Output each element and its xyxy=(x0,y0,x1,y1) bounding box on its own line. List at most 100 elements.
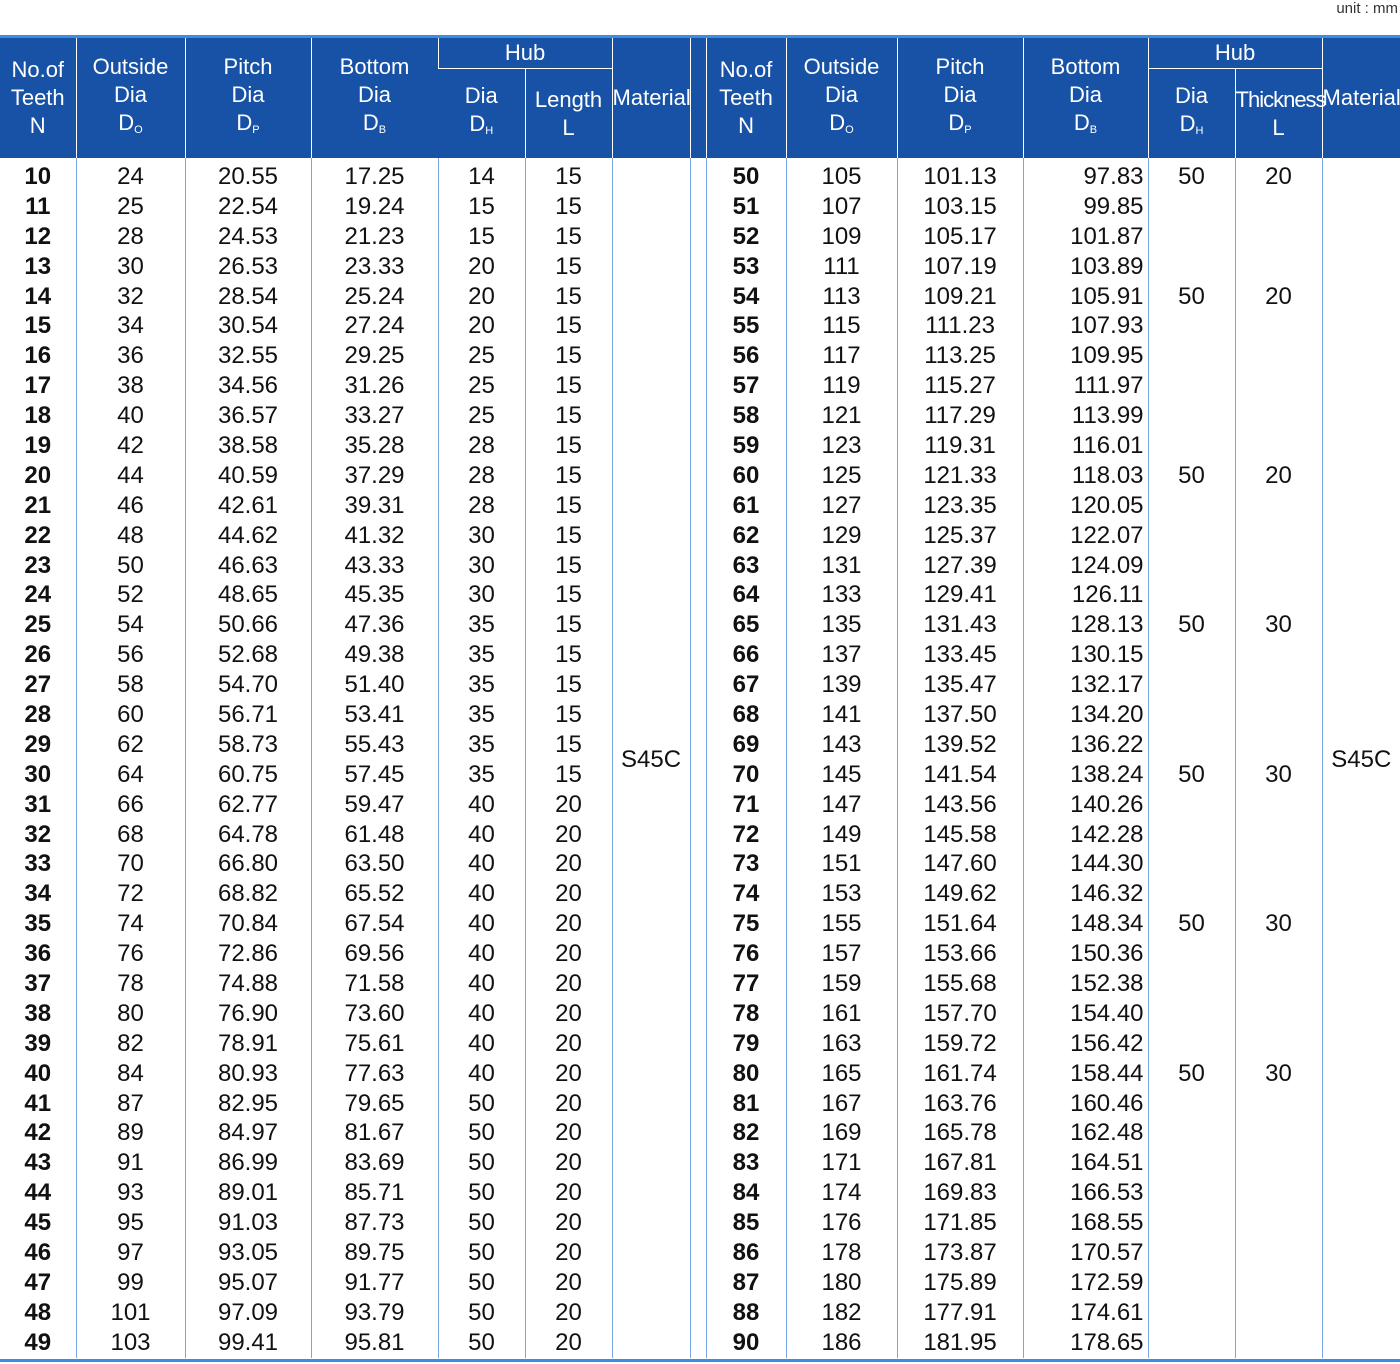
hub-length-cell: 15 xyxy=(524,670,613,701)
hub-thickness-cell: 20 xyxy=(1234,460,1323,491)
header-outside-right-symbol: DO xyxy=(829,109,854,136)
hub-length-cell: 20 xyxy=(524,819,613,850)
header-pitch-right-line1: Pitch xyxy=(935,53,985,79)
teeth-cell: 48 xyxy=(24,1298,52,1326)
pitch-dia-cell: 145.58 xyxy=(896,819,1024,850)
outside-dia-cell: 151 xyxy=(785,849,898,880)
header-pitch-symbol: DP xyxy=(236,109,260,136)
teeth-cell: 32 xyxy=(24,820,52,848)
hub-dia-cell: 50 xyxy=(437,1208,525,1239)
header-outside-dia-right: Outside Dia DO xyxy=(785,38,898,158)
teeth-cell: 44 xyxy=(24,1179,52,1207)
hub-length-cell: 15 xyxy=(524,281,613,312)
outside-dia-cell: 145 xyxy=(785,759,898,790)
pitch-dia-cell: 86.99 xyxy=(184,1148,311,1179)
bottom-dia-cell: 164.51 xyxy=(1022,1148,1149,1179)
hub-dia-cell: 40 xyxy=(437,969,525,999)
pitch-dia-cell: 66.80 xyxy=(184,849,311,880)
pitch-dia-cell: 20.55 xyxy=(184,158,311,192)
hub-dia-cell xyxy=(1147,1297,1236,1328)
hub-thickness-cell xyxy=(1234,789,1323,820)
teeth-cell: 16 xyxy=(24,342,52,370)
hub-dia-cell xyxy=(1147,580,1236,611)
pitch-dia-cell: 163.76 xyxy=(896,1088,1024,1119)
hub-dia-cell: 15 xyxy=(437,221,525,252)
teeth-cell: 47 xyxy=(24,1268,52,1296)
outside-dia-cell: 64 xyxy=(75,759,185,790)
teeth-cell: 49 xyxy=(24,1328,52,1356)
pitch-dia-cell: 32.55 xyxy=(184,341,311,372)
header-pitch-right-symbol: DP xyxy=(948,109,972,136)
hub-dia-cell xyxy=(1147,700,1236,730)
hub-dia-cell: 50 xyxy=(437,1148,525,1179)
header-bottom-dia-right: Bottom Dia DB xyxy=(1022,38,1149,158)
bottom-dia-cell: 23.33 xyxy=(310,251,438,282)
bottom-dia-cell: 172.59 xyxy=(1022,1267,1149,1298)
hub-length-cell: 20 xyxy=(524,1148,613,1179)
teeth-cell: 66 xyxy=(705,640,787,671)
bottom-dia-cell: 144.30 xyxy=(1022,849,1149,880)
bottom-dia-cell: 166.53 xyxy=(1022,1178,1149,1209)
outside-dia-cell: 30 xyxy=(75,251,185,282)
outside-dia-cell: 84 xyxy=(75,1058,185,1089)
teeth-cell: 33 xyxy=(24,850,52,878)
hub-dia-cell: 50 xyxy=(1147,1058,1236,1089)
outside-dia-cell: 119 xyxy=(785,371,898,402)
hub-length-cell: 20 xyxy=(524,998,613,1029)
column-separator xyxy=(689,158,707,1358)
header-hub-length-symbol: L xyxy=(562,114,575,140)
teeth-cell: 57 xyxy=(705,371,787,402)
hub-thickness-cell: 20 xyxy=(1234,281,1323,312)
teeth-cell: 34 xyxy=(24,880,52,908)
teeth-cell: 36 xyxy=(24,940,52,968)
hub-length-cell: 15 xyxy=(524,401,613,432)
outside-dia-cell: 161 xyxy=(785,998,898,1029)
outside-dia-cell: 163 xyxy=(785,1028,898,1059)
hub-dia-cell xyxy=(1147,550,1236,581)
hub-dia-cell: 15 xyxy=(437,191,525,222)
bottom-dia-cell: 27.24 xyxy=(310,311,438,342)
header-bottom-dia: Bottom Dia DB xyxy=(310,38,438,158)
pitch-dia-cell: 167.81 xyxy=(896,1148,1024,1179)
outside-dia-cell: 155 xyxy=(785,909,898,940)
teeth-cell: 82 xyxy=(705,1118,787,1149)
hub-dia-cell: 28 xyxy=(437,431,525,461)
bottom-dia-cell: 105.91 xyxy=(1022,281,1149,312)
hub-dia-cell xyxy=(1147,221,1236,252)
teeth-cell: 19 xyxy=(24,431,52,459)
hub-length-cell: 20 xyxy=(524,879,613,910)
pitch-dia-cell: 95.07 xyxy=(184,1267,311,1298)
hub-dia-cell: 30 xyxy=(437,550,525,581)
outside-dia-cell: 48 xyxy=(75,520,185,551)
outside-dia-cell: 99 xyxy=(75,1267,185,1298)
hub-dia-cell: 35 xyxy=(437,759,525,790)
hub-dia-cell xyxy=(1147,1148,1236,1179)
pitch-dia-cell: 125.37 xyxy=(896,520,1024,551)
bottom-dia-cell: 61.48 xyxy=(310,819,438,850)
bottom-dia-cell: 116.01 xyxy=(1022,431,1149,461)
pitch-dia-cell: 62.77 xyxy=(184,789,311,820)
teeth-cell: 61 xyxy=(705,490,787,521)
bottom-dia-cell: 83.69 xyxy=(310,1148,438,1179)
teeth-cell: 83 xyxy=(705,1148,787,1179)
bottom-dia-cell: 87.73 xyxy=(310,1208,438,1239)
hub-length-cell: 15 xyxy=(524,341,613,372)
bottom-dia-cell: 178.65 xyxy=(1022,1327,1149,1358)
teeth-cell: 22 xyxy=(24,521,52,549)
outside-dia-cell: 68 xyxy=(75,819,185,850)
hub-dia-cell xyxy=(1147,401,1236,432)
outside-dia-cell: 82 xyxy=(75,1028,185,1059)
bottom-dia-cell: 41.32 xyxy=(310,520,438,551)
outside-dia-cell: 147 xyxy=(785,789,898,820)
hub-length-cell: 15 xyxy=(524,158,613,192)
outside-dia-cell: 42 xyxy=(75,431,185,461)
header-teeth-right-line2: Teeth xyxy=(719,85,773,110)
outside-dia-cell: 56 xyxy=(75,640,185,671)
pitch-dia-cell: 30.54 xyxy=(184,311,311,342)
pitch-dia-cell: 54.70 xyxy=(184,670,311,701)
teeth-cell: 13 xyxy=(24,252,52,280)
teeth-cell: 84 xyxy=(705,1178,787,1209)
teeth-cell: 12 xyxy=(24,222,52,250)
hub-length-cell: 15 xyxy=(524,729,613,760)
bottom-dia-cell: 130.15 xyxy=(1022,640,1149,671)
